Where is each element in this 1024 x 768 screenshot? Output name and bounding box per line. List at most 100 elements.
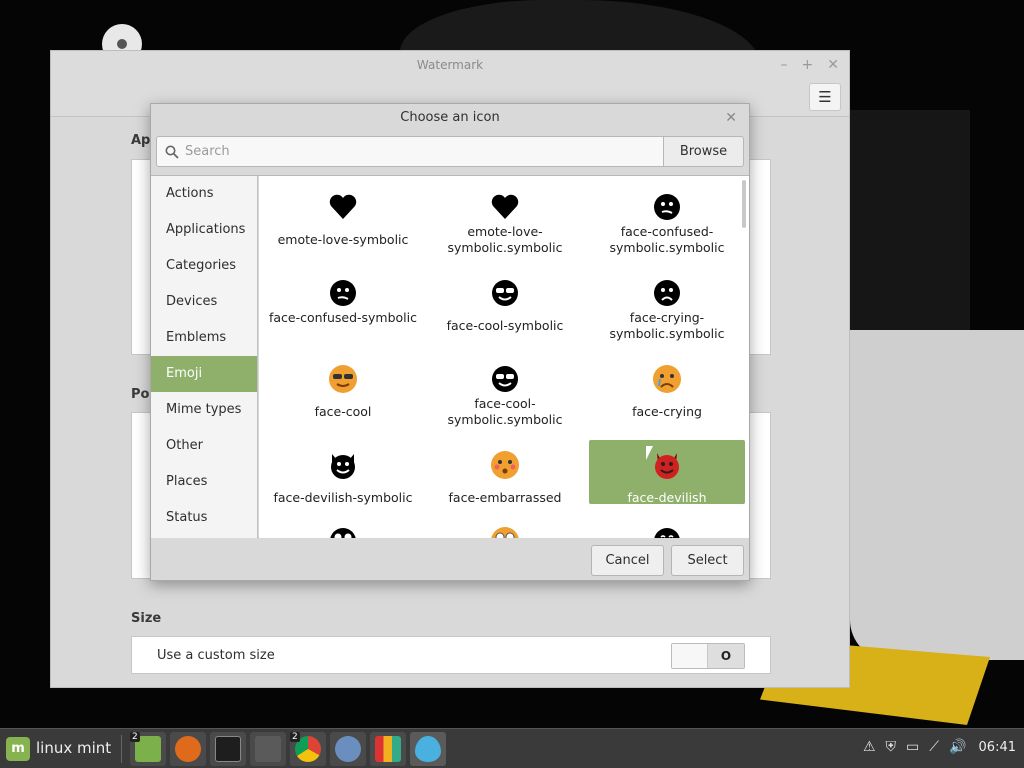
clock[interactable]: 06:41	[979, 740, 1016, 755]
icon-item[interactable]: face-confused-symbolic	[265, 268, 421, 332]
chart-icon	[375, 736, 401, 762]
terminal-app-button[interactable]	[210, 732, 246, 766]
category-item[interactable]: Status	[151, 500, 257, 536]
icon-item[interactable]	[589, 516, 745, 538]
water-drop-icon	[415, 736, 441, 762]
icon-label: emote-love-symbolic	[277, 232, 409, 247]
icon-item[interactable]: emote-love-symbolic.symbolic	[427, 182, 583, 255]
category-item[interactable]: Mime types	[151, 392, 257, 428]
icon-item[interactable]: face-embarrassed	[427, 440, 583, 505]
files-app-button[interactable]: 2	[130, 732, 166, 766]
search-box[interactable]	[156, 136, 664, 167]
toggle-knob	[672, 644, 709, 668]
cancel-button[interactable]: Cancel	[591, 545, 664, 576]
maximize-icon[interactable]: +	[802, 57, 814, 73]
icon-label: emote-love-symbolic.symbolic	[447, 224, 563, 255]
section-size-label: Size	[131, 611, 162, 626]
shield-icon[interactable]: ⛨	[886, 739, 897, 755]
category-item[interactable]: Actions	[151, 176, 257, 212]
window-title: Watermark	[416, 58, 484, 72]
icon-label: face-confused-symbolic.symbolic	[609, 224, 725, 255]
face-cool-icon	[490, 364, 520, 394]
minimize-icon[interactable]: –	[781, 57, 788, 73]
icon-label: face-crying	[632, 404, 702, 419]
category-item[interactable]: Other	[151, 428, 257, 464]
face-embarrassed-color-icon	[490, 450, 520, 480]
face-crying-color-icon	[652, 364, 682, 394]
heart-icon	[490, 192, 520, 222]
icon-label: face-devilish-symbolic	[273, 490, 413, 505]
network-icon[interactable]: ⟋	[929, 739, 939, 755]
section-appearance-label: Ap	[131, 133, 151, 148]
icon-item-selected[interactable]: face-devilish	[589, 440, 745, 505]
dialog-content: Actions Applications Categories Devices …	[151, 175, 749, 538]
dialog-titlebar: Choose an icon ✕	[151, 104, 749, 132]
face-glasses-color-icon	[490, 526, 520, 538]
taskbar: m linux mint 2 2 ⚠ ⛨ ▭ ⟋ 🔊 06:41	[0, 728, 1024, 768]
system-tray: ⚠ ⛨ ▭ ⟋ 🔊 06:41	[863, 739, 1016, 755]
drive-icon[interactable]: ▭	[906, 739, 919, 755]
size-panel: Use a custom size O	[131, 636, 771, 674]
search-icon	[165, 145, 179, 159]
icon-label: face-cool-symbolic.symbolic	[447, 396, 563, 427]
category-item[interactable]: Devices	[151, 284, 257, 320]
icon-label: face-embarrassed	[448, 490, 562, 505]
chrome-app-button[interactable]: 2	[290, 732, 326, 766]
icon-label: face-cool-symbolic	[446, 318, 564, 333]
category-list: Actions Applications Categories Devices …	[151, 176, 258, 538]
custom-size-toggle[interactable]: O	[671, 643, 745, 669]
icon-item[interactable]: face-crying-symbolic.symbolic	[589, 268, 745, 341]
charts-app-button[interactable]	[370, 732, 406, 766]
face-glasses-icon	[328, 526, 358, 538]
close-icon[interactable]: ✕	[827, 57, 839, 73]
firefox-icon	[175, 736, 201, 762]
face-confused-icon	[652, 192, 682, 222]
toggle-off-indicator: O	[708, 644, 744, 668]
icon-item[interactable]: face-devilish-symbolic	[265, 440, 421, 505]
select-button[interactable]: Select	[671, 545, 744, 576]
custom-size-label: Use a custom size	[157, 648, 275, 663]
dialog-footer: Cancel Select	[151, 539, 749, 581]
icon-item[interactable]: emote-love-symbolic	[265, 182, 421, 247]
face-cool-color-icon	[328, 364, 358, 394]
face-cool-icon	[490, 278, 520, 308]
icon-grid: emote-love-symbolic emote-love-symbolic.…	[259, 176, 749, 538]
menu-label[interactable]: linux mint	[36, 739, 111, 757]
update-icon[interactable]: ⚠	[863, 739, 876, 755]
taskbar-separator	[121, 735, 122, 763]
category-item[interactable]: Categories	[151, 248, 257, 284]
gear-icon	[335, 736, 361, 762]
category-item[interactable]: Applications	[151, 212, 257, 248]
watermark-app-button[interactable]	[410, 732, 446, 766]
face-devilish-icon	[328, 450, 358, 480]
icon-item[interactable]	[265, 516, 421, 538]
choose-icon-dialog: Choose an icon ✕ Browse Actions Applicat…	[150, 103, 750, 581]
icon-label: face-crying-symbolic.symbolic	[609, 310, 725, 341]
icon-item[interactable]: face-confused-symbolic.symbolic	[589, 182, 745, 255]
wallpaper-shape	[850, 330, 1024, 660]
icon-item[interactable]: face-cool-symbolic.symbolic	[427, 354, 583, 427]
mint-logo-icon[interactable]: m	[6, 737, 30, 761]
volume-icon[interactable]: 🔊	[949, 739, 966, 755]
files-badge: 2	[130, 732, 140, 742]
icon-item[interactable]: face-crying	[589, 354, 745, 419]
hamburger-menu-button[interactable]: ☰	[809, 83, 841, 111]
category-item[interactable]: Emblems	[151, 320, 257, 356]
firefox-app-button[interactable]	[170, 732, 206, 766]
icon-item[interactable]: face-cool-symbolic	[427, 268, 583, 333]
face-crying-icon	[652, 278, 682, 308]
browse-button[interactable]: Browse	[664, 136, 744, 167]
icon-item[interactable]: face-cool	[265, 354, 421, 419]
settings-app-button[interactable]	[330, 732, 366, 766]
mouse-cursor	[646, 446, 653, 460]
face-devilish-color-icon	[652, 450, 682, 480]
category-item-active[interactable]: Emoji	[151, 356, 257, 392]
icon-item[interactable]	[427, 516, 583, 538]
search-row: Browse	[156, 136, 744, 167]
chrome-badge: 2	[290, 732, 300, 742]
close-icon[interactable]: ✕	[725, 104, 737, 132]
editor-app-button[interactable]	[250, 732, 286, 766]
heart-icon	[328, 192, 358, 222]
category-item[interactable]: Places	[151, 464, 257, 500]
search-input[interactable]	[185, 144, 645, 159]
